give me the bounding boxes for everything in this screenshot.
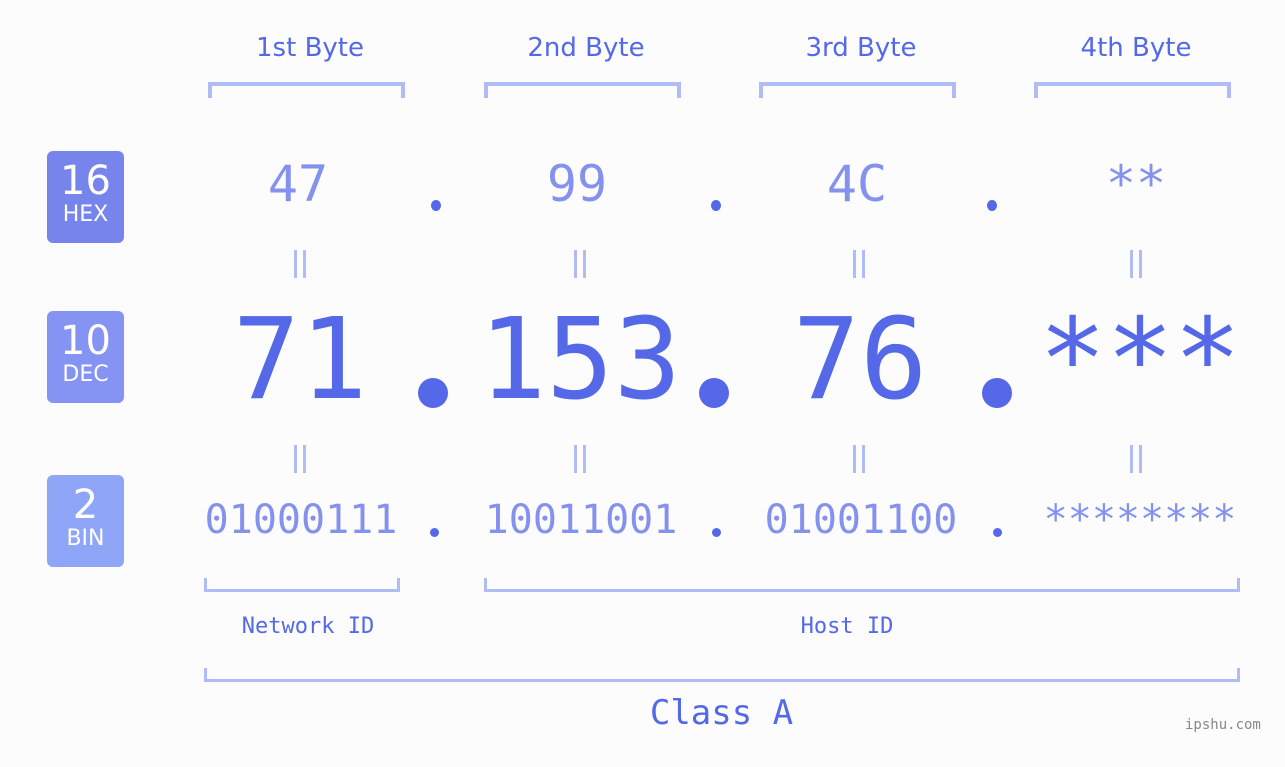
- bin-base-number: 2: [72, 482, 99, 528]
- bin-badge: 2 BIN: [47, 475, 124, 567]
- hex-badge: 16 HEX: [47, 151, 124, 243]
- byte-header-1: 1st Byte: [256, 33, 364, 63]
- byte-4-bracket: [1034, 82, 1231, 98]
- network-id-bracket: [204, 578, 400, 592]
- dec-dot-3: [982, 378, 1012, 408]
- byte-2-bracket: [484, 82, 681, 98]
- hex-byte-4: **: [1105, 155, 1167, 213]
- network-id-label: Network ID: [241, 614, 375, 639]
- hex-dot-3: [987, 200, 997, 211]
- dec-base-number: 10: [60, 318, 111, 364]
- dec-dot-1: [418, 378, 448, 408]
- equals-icon: [290, 246, 310, 287]
- class-label: Class A: [649, 693, 794, 733]
- watermark: ipshu.com: [1185, 717, 1261, 733]
- bin-base-label: BIN: [66, 526, 105, 551]
- equals-icon: [1126, 441, 1146, 482]
- dec-byte-4: ***: [1038, 295, 1242, 425]
- dec-base-label: DEC: [62, 362, 109, 387]
- byte-3-bracket: [759, 82, 956, 98]
- byte-header-2: 2nd Byte: [527, 33, 645, 63]
- equals-icon: [849, 246, 869, 287]
- hex-base-number: 16: [60, 158, 111, 204]
- equals-icon: [570, 441, 590, 482]
- equals-icon: [849, 441, 869, 482]
- dec-dot-2: [699, 378, 729, 408]
- host-id-bracket: [484, 578, 1240, 592]
- class-bracket: [204, 668, 1240, 682]
- hex-byte-3: 4C: [826, 155, 888, 213]
- bin-byte-4: ********: [1043, 497, 1237, 543]
- bin-dot-2: [712, 528, 721, 537]
- byte-header-3: 3rd Byte: [805, 33, 917, 63]
- dec-byte-3: 76: [792, 295, 928, 425]
- hex-dot-1: [431, 200, 441, 211]
- hex-dot-2: [711, 200, 721, 211]
- equals-icon: [290, 441, 310, 482]
- dec-byte-1: 71: [232, 295, 368, 425]
- hex-byte-1: 47: [267, 155, 329, 213]
- bin-dot-1: [430, 528, 439, 537]
- hex-base-label: HEX: [62, 202, 109, 227]
- bin-byte-1: 01000111: [204, 497, 398, 543]
- bin-dot-3: [993, 528, 1002, 537]
- hex-byte-2: 99: [546, 155, 608, 213]
- equals-icon: [570, 246, 590, 287]
- byte-header-4: 4th Byte: [1080, 33, 1192, 63]
- bin-byte-2: 10011001: [484, 497, 678, 543]
- host-id-label: Host ID: [800, 614, 894, 639]
- dec-badge: 10 DEC: [47, 311, 124, 403]
- equals-icon: [1126, 246, 1146, 287]
- dec-byte-2: 153: [478, 295, 682, 425]
- bin-byte-3: 01001100: [764, 497, 958, 543]
- byte-1-bracket: [208, 82, 405, 98]
